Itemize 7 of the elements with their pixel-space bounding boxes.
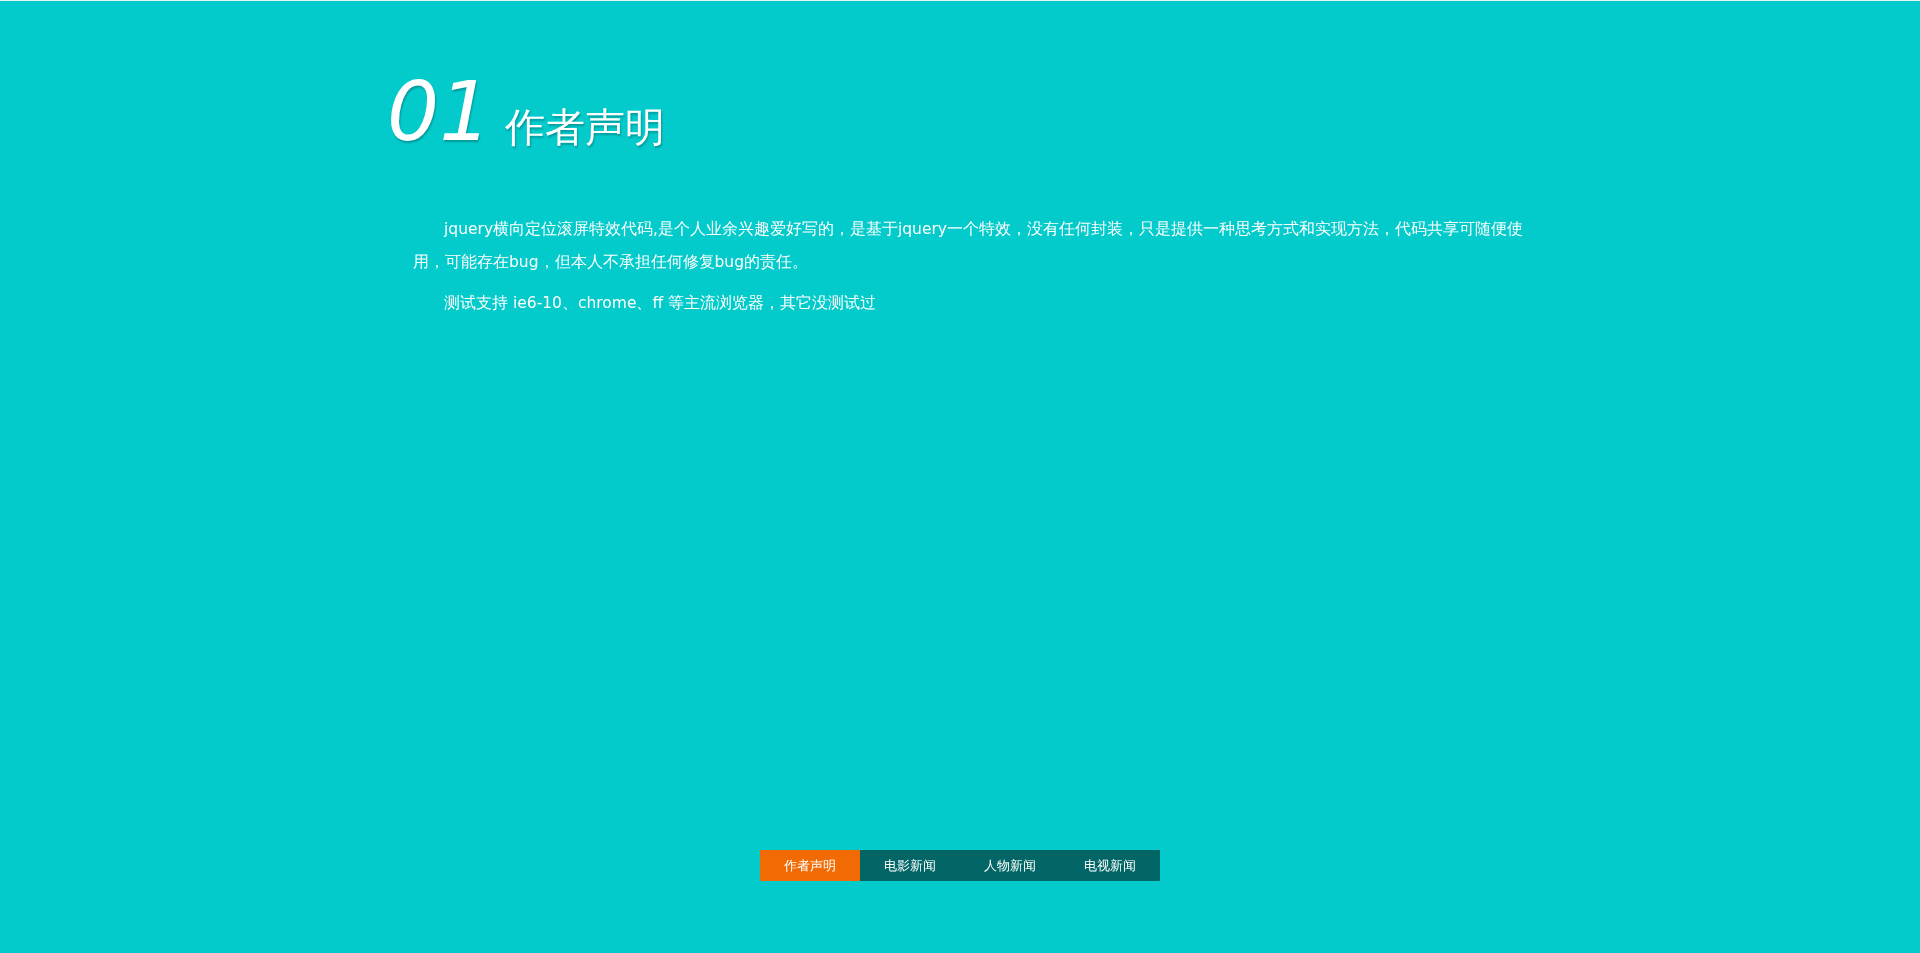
nav-tab[interactable]: 电视新闻 [1060, 850, 1160, 881]
paragraph: 测试支持 ie6-10、chrome、ff 等主流浏览器，其它没测试过 [443, 293, 878, 314]
section-title: 作者声明 [505, 103, 666, 151]
nav-tab[interactable]: 电影新闻 [860, 850, 960, 881]
section-number: 01 [387, 71, 492, 153]
paragraph: jquery横向定位滚屏特效代码,是个人业余兴趣爱好写的，是基于jquery一个特效，没有任何封装，只是提供一种思考方式和实现方法，代码共享可随便使用，可能存在bug，但本人不承担任何修复bug的责任。 [413, 219, 1525, 273]
nav-tab[interactable]: 人物新闻 [960, 850, 1060, 881]
